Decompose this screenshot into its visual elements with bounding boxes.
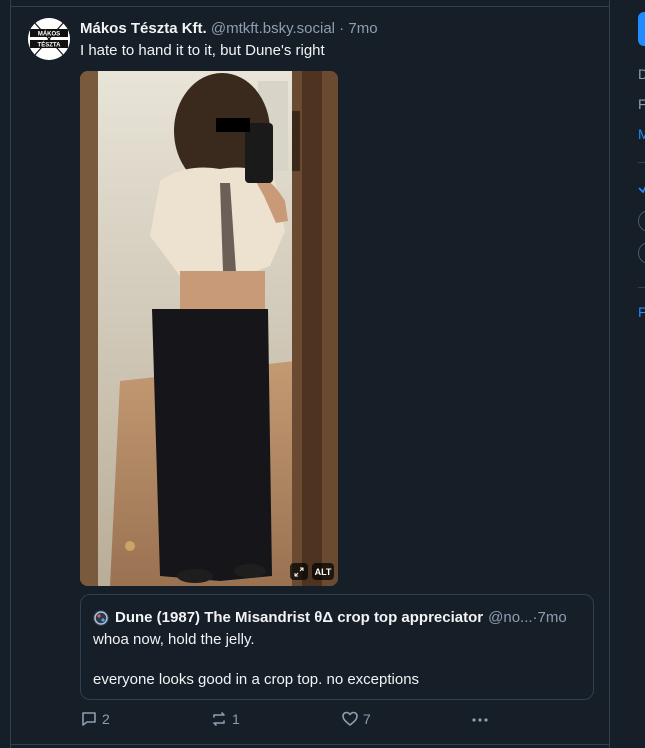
right-panel-letter-2: F [638,96,645,112]
right-panel-check-icon [638,186,645,194]
right-panel-divider-1 [638,162,645,163]
right-panel-circle-1[interactable] [638,210,645,232]
right-panel-button[interactable] [638,12,645,46]
reply-count: 2 [102,711,110,727]
repost-icon [213,712,225,726]
quote-author-handle: @no... [488,609,533,626]
mirror-selfie-image [80,71,338,586]
quote-header: Dune (1987) The Misandrist θΔ crop top a… [93,609,583,626]
heart-icon [342,711,358,726]
repost-button[interactable]: 1 [210,710,240,728]
expand-image-icon[interactable] [290,563,308,580]
reply-icon [82,712,96,726]
avatar-logo-icon: MÁKOS TÉSZTA [28,18,70,60]
ellipsis-icon [472,718,488,722]
quote-author-name: Dune (1987) The Misandrist θΔ crop top a… [115,609,484,626]
like-button[interactable]: 7 [341,710,371,728]
reply-button[interactable]: 2 [80,710,110,728]
like-count: 7 [363,711,371,727]
right-panel-circle-2[interactable] [638,242,645,264]
post-timestamp[interactable]: 7mo [348,20,377,37]
repost-count: 1 [232,711,240,727]
post-header: Mákos Tészta Kft. @mtkft.bsky.social · 7… [80,20,600,37]
post-text: I hate to hand it to it, but Dune's righ… [80,42,325,59]
right-panel-divider-2 [638,287,645,288]
quote-text-line-2: everyone looks good in a crop top. no ex… [93,671,420,688]
author-display-name[interactable]: Mákos Tészta Kft. [80,20,207,37]
feed-left-border [10,0,11,748]
alt-text-badge[interactable]: ALT [312,563,334,580]
top-divider [10,6,610,7]
bottom-divider [10,744,610,745]
quote-author-avatar [93,609,109,626]
right-sidebar: D F M F [610,0,645,748]
avatar-text-bottom: TÉSZTA [38,41,62,49]
post-image[interactable]: ALT [80,71,338,586]
more-options-button[interactable] [470,710,494,728]
quote-timestamp: 7mo [537,609,567,626]
avatar-text-top: MÁKOS [38,31,60,38]
author-handle[interactable]: @mtkft.bsky.social [211,20,335,37]
quote-text-line-1: whoa now, hold the jelly. [93,631,255,648]
post-actions: 2 1 7 [80,710,600,732]
header-separator: · [335,20,349,37]
author-avatar[interactable]: MÁKOS TÉSZTA [28,18,70,60]
right-panel-letter-1: D [638,66,645,82]
right-panel-link-2[interactable]: F [638,304,645,320]
right-panel-link-1[interactable]: M [638,126,645,142]
quoted-post[interactable]: Dune (1987) The Misandrist θΔ crop top a… [80,594,594,700]
